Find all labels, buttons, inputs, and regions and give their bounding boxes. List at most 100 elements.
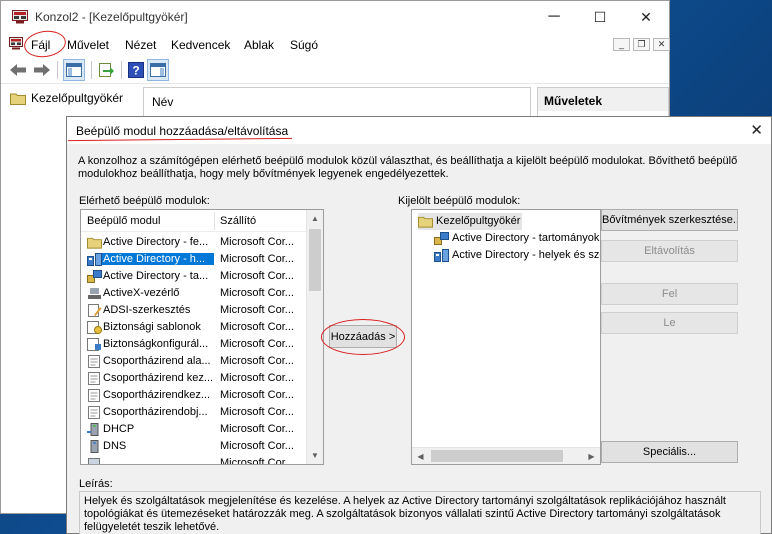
dhcp-icon xyxy=(87,423,101,436)
folder-icon xyxy=(87,236,102,249)
dialog-close-button[interactable]: ✕ xyxy=(750,121,763,139)
arrow-right-icon xyxy=(34,64,50,76)
help-button[interactable]: ? xyxy=(125,59,147,81)
move-up-button[interactable]: Fel xyxy=(601,283,738,305)
available-snapin-row[interactable]: Biztonsági sablonok Microsoft Cor... xyxy=(81,319,307,336)
security-templates-icon xyxy=(87,321,102,334)
snapin-vendor: Microsoft Cor... xyxy=(220,236,294,248)
dns-icon xyxy=(87,440,101,453)
actions-pane: Műveletek xyxy=(537,87,669,117)
adsi-icon xyxy=(87,304,102,317)
toolbar-separator xyxy=(121,61,122,79)
svg-text:?: ? xyxy=(132,64,139,78)
show-hide-action-pane-button[interactable] xyxy=(147,59,169,81)
forward-button[interactable] xyxy=(31,59,53,81)
selected-tree-root[interactable]: Kezelőpultgyökér xyxy=(418,213,522,230)
show-hide-tree-button[interactable] xyxy=(63,59,85,81)
help-icon: ? xyxy=(128,62,144,78)
column-header-snapin[interactable]: Beépülő modul xyxy=(87,215,160,227)
tree-root-item[interactable]: Kezelőpultgyökér xyxy=(10,90,123,106)
available-snapin-row[interactable]: Csoportházirendkez... Microsoft Cor... xyxy=(81,387,307,404)
gpo-icon xyxy=(87,389,101,402)
available-snapin-row[interactable]: ActiveX-vezérlő Microsoft Cor... xyxy=(81,285,307,302)
scroll-up-arrow-icon[interactable]: ▲ xyxy=(307,210,323,227)
scroll-left-arrow-icon[interactable]: ◀ xyxy=(412,448,429,464)
move-down-button[interactable]: Le xyxy=(601,312,738,334)
minimize-button[interactable]: ─ xyxy=(531,1,577,33)
available-snapin-row[interactable]: DHCP Microsoft Cor... xyxy=(81,421,307,438)
selected-snapins-label: Kijelölt beépülő modulok: xyxy=(398,195,521,207)
advanced-button[interactable]: Speciális... xyxy=(601,441,738,463)
menu-favorites[interactable]: Kedvencek xyxy=(171,38,230,52)
toolbar-separator xyxy=(91,61,92,79)
snapin-vendor: Microsoft Cor... xyxy=(220,321,294,333)
available-snapin-row[interactable]: Csoportházirend ala... Microsoft Cor... xyxy=(81,353,307,370)
console-document-icon xyxy=(9,37,23,50)
available-snapins-list[interactable]: Beépülő modul Szállító Active Directory … xyxy=(80,209,324,465)
close-button[interactable]: ✕ xyxy=(623,1,669,33)
vertical-scrollbar[interactable]: ▲ ▼ xyxy=(306,210,323,464)
selected-snapin-name: Kezelőpultgyökér xyxy=(436,215,521,227)
horizontal-scrollbar[interactable]: ◀ ▶ xyxy=(412,447,600,464)
available-snapins-label: Elérhető beépülő modulok: xyxy=(79,195,210,207)
menu-window[interactable]: Ablak xyxy=(244,38,274,52)
available-snapin-row[interactable]: Csoportházirend kez... Microsoft Cor... xyxy=(81,370,307,387)
gpo-icon xyxy=(87,355,101,368)
mdi-restore-button[interactable]: ❐ xyxy=(633,38,650,51)
snapin-name: Active Directory - ta... xyxy=(103,270,209,282)
ad-sites-icon xyxy=(434,249,449,262)
console-tree-icon xyxy=(66,63,82,77)
ad-domains-icon xyxy=(87,270,102,283)
snapin-vendor: Microsoft Cor... xyxy=(220,355,294,367)
gpo-icon xyxy=(87,372,101,385)
column-header-vendor[interactable]: Szállító xyxy=(220,215,256,227)
mdi-minimize-button[interactable]: _ xyxy=(613,38,630,51)
selected-snapins-tree[interactable]: Kezelőpultgyökér Active Directory - tarto… xyxy=(411,209,601,465)
column-header-name[interactable]: Név xyxy=(152,95,173,109)
available-snapin-row[interactable]: Microsoft Cor... xyxy=(81,455,307,465)
scroll-right-arrow-icon[interactable]: ▶ xyxy=(583,448,600,464)
available-snapin-row[interactable]: DNS Microsoft Cor... xyxy=(81,438,307,455)
snapin-name: ADSI-szerkesztés xyxy=(103,304,191,316)
activex-icon xyxy=(87,287,101,300)
snapin-vendor: Microsoft Cor... xyxy=(220,338,294,350)
edit-extensions-button[interactable]: Bővítmények szerkesztése... xyxy=(601,209,738,231)
window-title: Konzol2 - [Kezelőpultgyökér] xyxy=(35,10,188,24)
security-config-icon xyxy=(87,338,101,351)
description-box: Helyek és szolgáltatások megjelenítése é… xyxy=(79,491,761,534)
snapin-name: DNS xyxy=(103,440,127,452)
snapin-vendor: Microsoft Cor... xyxy=(220,270,294,282)
snapin-vendor: Microsoft Cor... xyxy=(220,372,294,384)
export-list-icon xyxy=(99,63,114,77)
available-snapin-row[interactable]: ADSI-szerkesztés Microsoft Cor... xyxy=(81,302,307,319)
scrollbar-thumb[interactable] xyxy=(309,229,321,291)
export-list-button[interactable] xyxy=(95,59,117,81)
available-snapin-row[interactable]: Biztonságkonfigurál... Microsoft Cor... xyxy=(81,336,307,353)
mdi-close-button[interactable]: ✕ xyxy=(653,38,670,51)
available-snapin-row[interactable]: Csoportházirendobj... Microsoft Cor... xyxy=(81,404,307,421)
folder-icon xyxy=(10,93,26,105)
snapin-name: Biztonságkonfigurál... xyxy=(103,338,209,350)
menu-help[interactable]: Súgó xyxy=(290,38,318,52)
add-button[interactable]: Hozzáadás > xyxy=(329,325,397,348)
tree-root-label: Kezelőpultgyökér xyxy=(31,91,124,105)
maximize-button[interactable]: ☐ xyxy=(577,1,623,33)
menu-action[interactable]: Művelet xyxy=(67,38,109,52)
back-button[interactable] xyxy=(7,59,29,81)
menu-file[interactable]: Fájl xyxy=(31,38,50,52)
snapin-vendor: Microsoft Cor... xyxy=(220,440,294,452)
snapin-name: Csoportházirendkez... xyxy=(103,389,210,401)
snapin-vendor: Microsoft Cor... xyxy=(220,287,294,299)
menu-view[interactable]: Nézet xyxy=(125,38,156,52)
snapin-vendor: Microsoft Cor... xyxy=(220,457,294,465)
snapin-name: Csoportházirendobj... xyxy=(103,406,208,418)
snapin-name: ActiveX-vezérlő xyxy=(103,287,180,299)
description-text: Helyek és szolgáltatások megjelenítése é… xyxy=(84,495,726,533)
snapin-name: Csoportházirend kez... xyxy=(103,372,214,384)
available-snapin-row[interactable]: Active Directory - fe... Microsoft Cor... xyxy=(81,234,307,251)
scroll-down-arrow-icon[interactable]: ▼ xyxy=(307,447,323,464)
available-snapin-row[interactable]: Active Directory - h... Microsoft Cor... xyxy=(81,251,307,268)
remove-button[interactable]: Eltávolítás xyxy=(601,240,738,262)
available-snapin-row[interactable]: Active Directory - ta... Microsoft Cor... xyxy=(81,268,307,285)
scrollbar-thumb[interactable] xyxy=(431,450,563,462)
